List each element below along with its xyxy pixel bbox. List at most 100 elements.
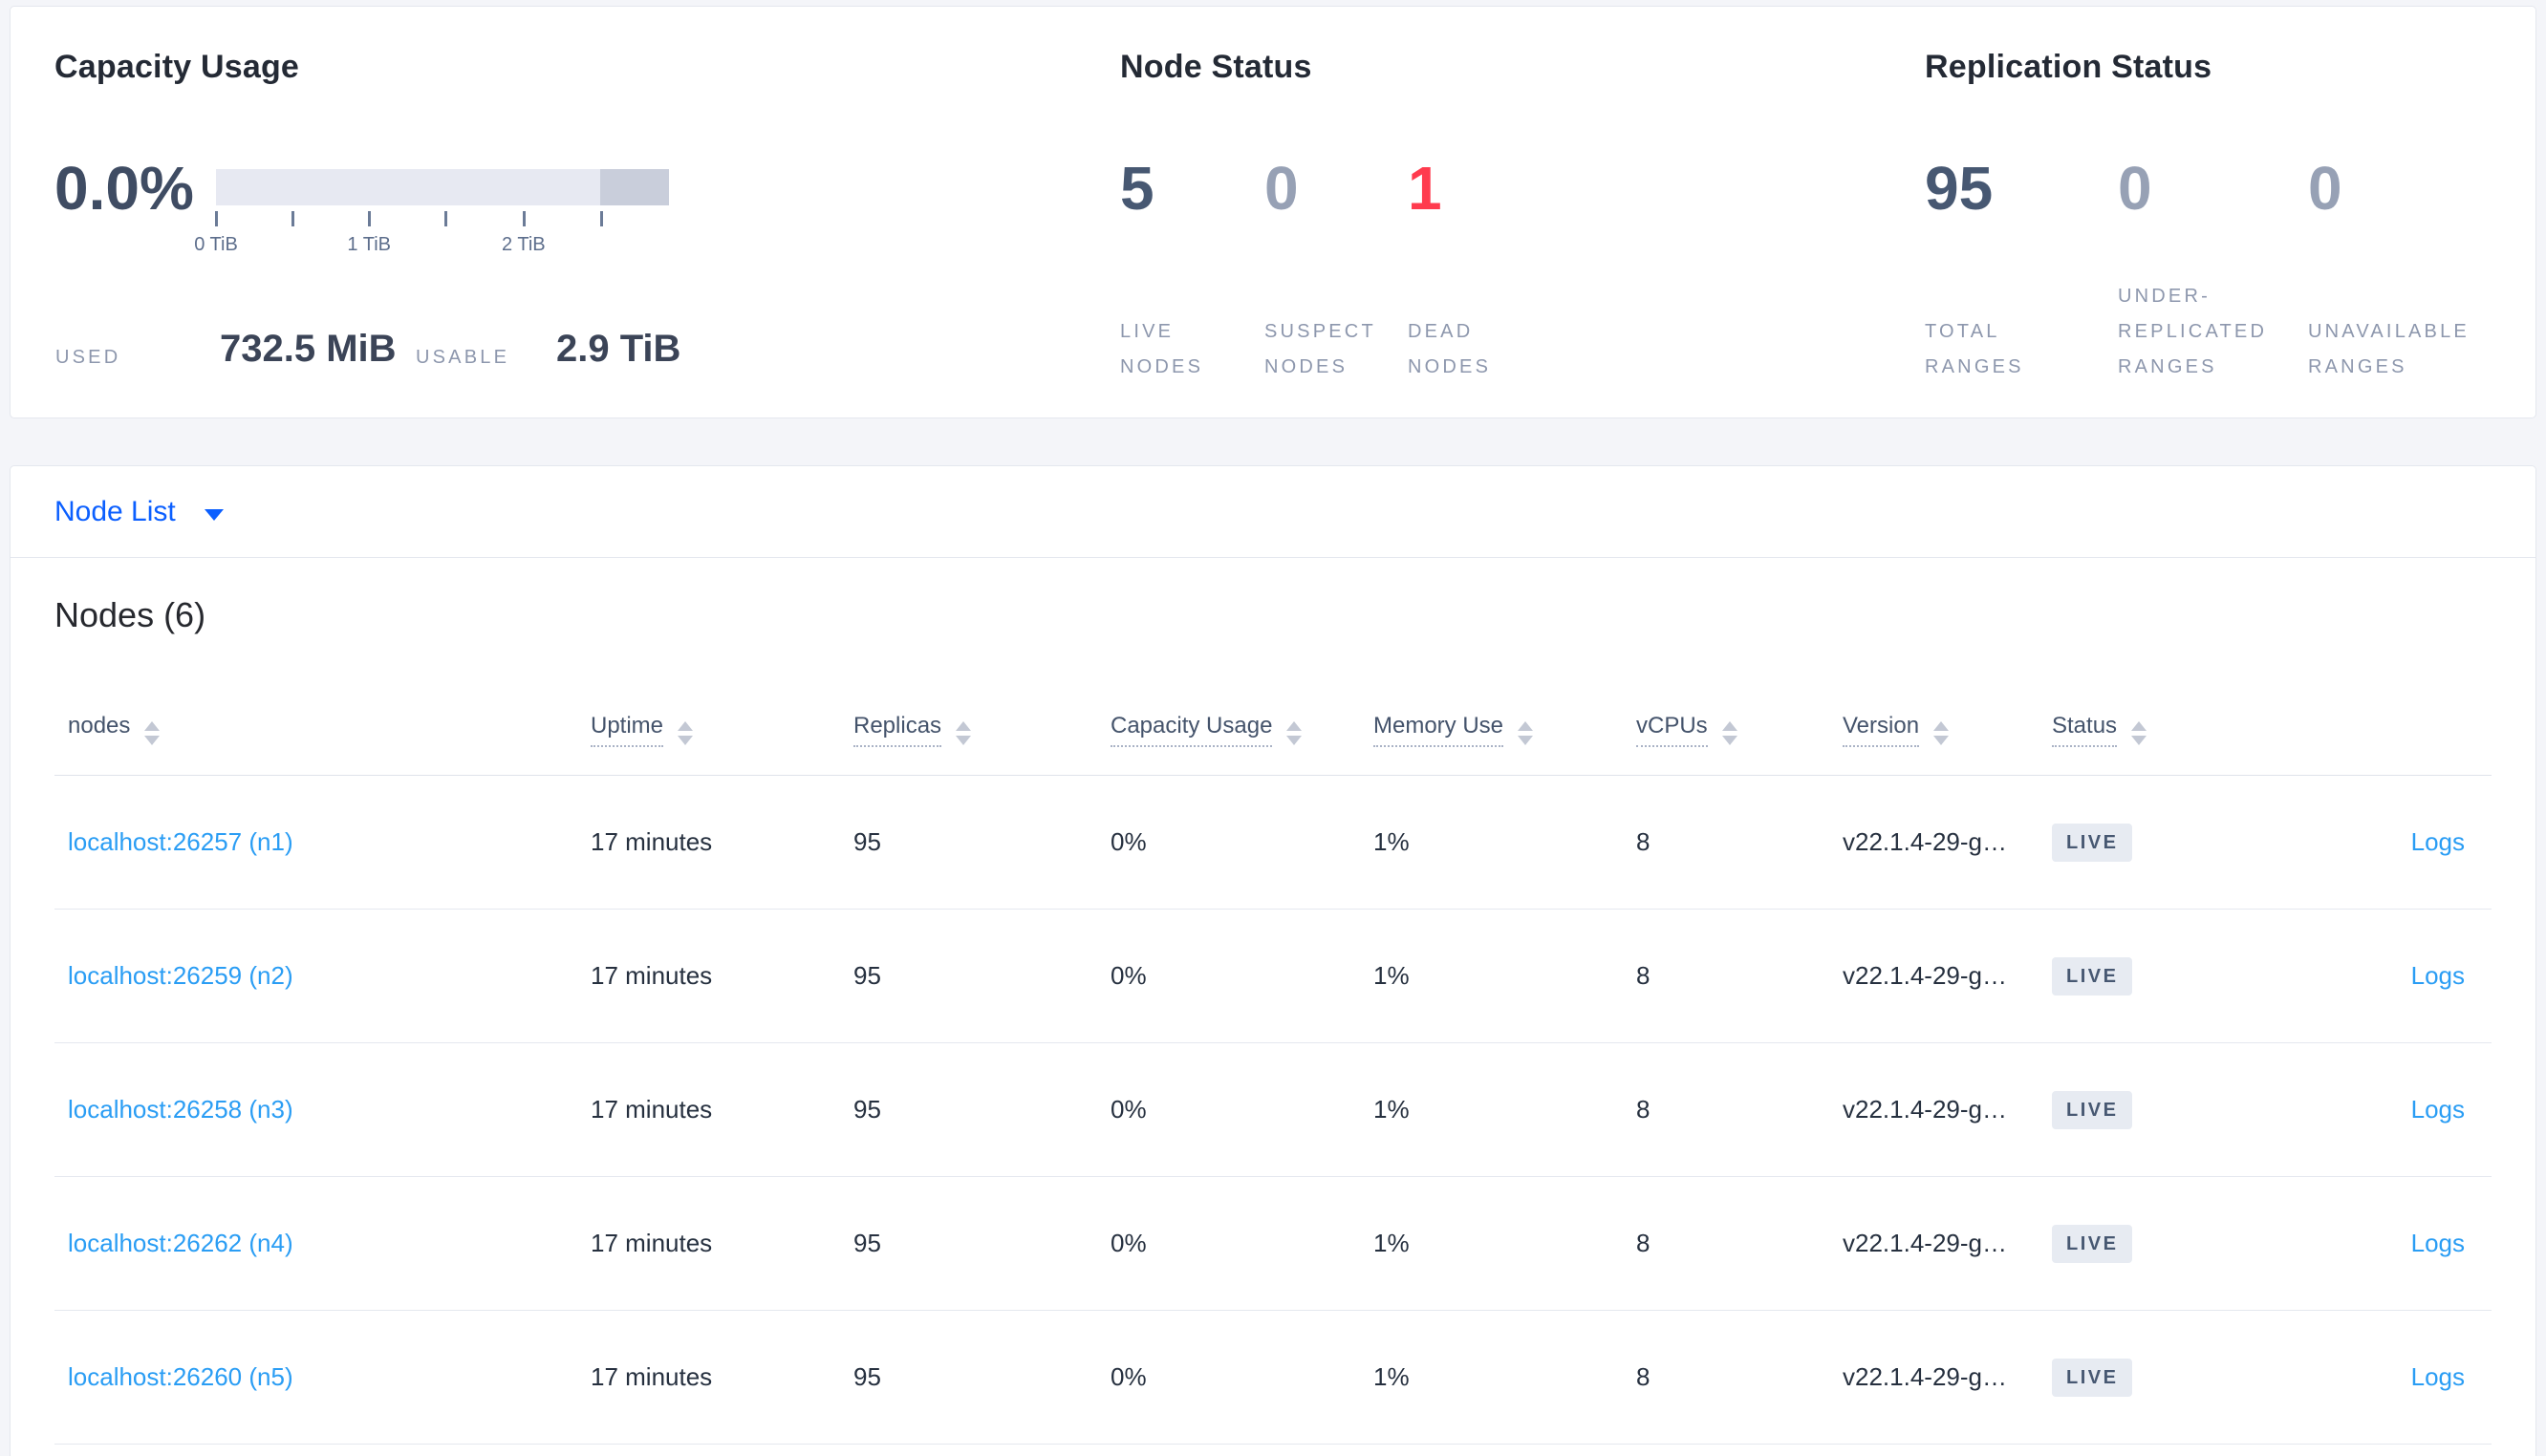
node-row: localhost:26259 (n2) 17 minutes 95 0% 1% 8 v22… [54, 910, 2492, 1043]
uptime-cell: 17 minutes [591, 1362, 713, 1391]
capacity-reserved-segment [599, 169, 669, 205]
vcpus-cell: 8 [1636, 827, 1651, 856]
metric-label-line: UNDER- [2118, 286, 2211, 307]
node-address-link[interactable]: localhost:26258 (n3) [68, 1095, 591, 1124]
node-address-link[interactable]: localhost:26260 (n5) [68, 1362, 591, 1392]
column-header-version[interactable]: Version [1843, 712, 2052, 747]
uptime-cell: 17 minutes [591, 1095, 713, 1124]
sort-up-arrow [956, 720, 972, 731]
used-label: USED [55, 347, 121, 368]
sort-icon[interactable] [1721, 720, 1737, 745]
capacity-used-percent: 0.0% [54, 154, 194, 223]
status-badge: LIVE [2052, 823, 2133, 862]
logs-link[interactable]: Logs [2285, 1362, 2492, 1392]
suspect-nodes-label: SUSPECT NODES [1264, 270, 1376, 385]
memory-use-cell: 1% [1373, 1095, 1410, 1124]
chevron-down-icon [204, 508, 224, 521]
column-header-status[interactable]: Status [2052, 712, 2285, 747]
sort-down-arrow [1933, 735, 1950, 745]
column-header-label[interactable]: Capacity Usage [1111, 712, 1273, 747]
sort-up-arrow [2131, 720, 2147, 731]
metric-label-line: DEAD [1408, 321, 1474, 342]
version-cell: v22.1.4-29-g… [1843, 1095, 2007, 1124]
sort-up-arrow [1518, 720, 1534, 731]
sort-icon[interactable] [1933, 720, 1950, 745]
column-header-uptime[interactable]: Uptime [591, 712, 853, 747]
sort-icon[interactable] [1518, 720, 1534, 745]
vcpus-cell: 8 [1636, 1362, 1651, 1391]
column-header-vcpus[interactable]: vCPUs [1636, 712, 1843, 747]
capacity-axis-tick [522, 211, 526, 226]
metric-label-line: REPLICATED [2118, 321, 2268, 342]
column-header-label[interactable]: Version [1843, 712, 1920, 747]
uptime-cell: 17 minutes [591, 961, 713, 990]
capacity-axis-tick-label: 0 TiB [194, 234, 238, 255]
node-row: localhost:26257 (n1) 17 minutes 95 0% 1% 8 v22… [54, 776, 2492, 910]
capacity-axis-tick-label: 1 TiB [347, 234, 391, 255]
view-selector-dropdown[interactable]: Node List [11, 466, 2535, 558]
logs-link[interactable]: Logs [2285, 1095, 2492, 1124]
column-header-label[interactable]: vCPUs [1636, 712, 1708, 747]
node-row: localhost:26262 (n4) 17 minutes 95 0% 1% 8 v22… [54, 1177, 2492, 1311]
logs-link[interactable]: Logs [2285, 1229, 2492, 1258]
vcpus-cell: 8 [1636, 1229, 1651, 1257]
column-header-label[interactable]: Replicas [853, 712, 942, 747]
node-row: localhost:26258 (n3) 17 minutes 95 0% 1% 8 v22… [54, 1043, 2492, 1177]
capacity-usable-segment [216, 169, 600, 205]
sort-icon[interactable] [1286, 720, 1303, 745]
column-header-replicas[interactable]: Replicas [853, 712, 1111, 747]
capacity-usage-cell: 0% [1111, 1362, 1147, 1391]
metric-label-line: LIVE [1120, 321, 1175, 342]
logs-link[interactable]: Logs [2285, 961, 2492, 991]
column-header-label[interactable]: nodes [68, 713, 130, 739]
status-cell: LIVE [2052, 956, 2285, 996]
nodes-table: nodes Uptime Replicas Capacity Usage Memory … [54, 682, 2492, 1445]
view-selector-label[interactable]: Node List [54, 496, 176, 528]
sort-up-arrow [1933, 720, 1950, 731]
unavailable-ranges-count: 0 [2308, 154, 2342, 223]
column-header-label[interactable]: Memory Use [1373, 712, 1504, 747]
column-header-nodes[interactable]: nodes [68, 713, 591, 745]
under-replicated-ranges-label: UNDER- REPLICATED RANGES [2118, 270, 2267, 385]
usable-label: USABLE [416, 347, 510, 368]
logs-link[interactable]: Logs [2285, 827, 2492, 857]
memory-use-cell: 1% [1373, 1362, 1410, 1391]
replicas-cell: 95 [853, 1362, 881, 1391]
used-value: 732.5 MiB [220, 328, 397, 370]
sort-icon[interactable] [144, 720, 161, 745]
vcpus-cell: 8 [1636, 961, 1651, 990]
sort-up-arrow [1721, 720, 1737, 731]
version-cell: v22.1.4-29-g… [1843, 961, 2007, 990]
column-header-label[interactable]: Uptime [591, 712, 664, 747]
nodes-section-title: Nodes (6) [54, 595, 206, 634]
status-cell: LIVE [2052, 823, 2285, 862]
column-header-capacity-usage[interactable]: Capacity Usage [1111, 712, 1373, 747]
capacity-axis-tick [368, 211, 372, 226]
node-address-link[interactable]: localhost:26259 (n2) [68, 961, 591, 991]
nodes-table-body: localhost:26257 (n1) 17 minutes 95 0% 1% 8 v22… [54, 776, 2492, 1445]
capacity-usage-cell: 0% [1111, 1229, 1147, 1257]
column-header-memory-use[interactable]: Memory Use [1373, 712, 1636, 747]
node-address-link[interactable]: localhost:26262 (n4) [68, 1229, 591, 1258]
live-nodes-count: 5 [1120, 154, 1154, 223]
status-badge: LIVE [2052, 1358, 2133, 1397]
sort-icon[interactable] [2131, 720, 2147, 745]
dead-nodes-label: DEAD NODES [1408, 270, 1491, 385]
metric-label-line: NODES [1408, 356, 1492, 377]
sort-icon[interactable] [956, 720, 972, 745]
sort-up-arrow [144, 720, 161, 731]
sort-up-arrow [678, 720, 694, 731]
memory-use-cell: 1% [1373, 827, 1410, 856]
sort-down-arrow [2131, 735, 2147, 745]
node-address-link[interactable]: localhost:26257 (n1) [68, 827, 591, 857]
status-badge: LIVE [2052, 956, 2133, 996]
capacity-usage-title: Capacity Usage [54, 49, 300, 85]
dead-nodes-count: 1 [1408, 154, 1442, 223]
status-badge: LIVE [2052, 1090, 2133, 1129]
replicas-cell: 95 [853, 827, 881, 856]
vcpus-cell: 8 [1636, 1095, 1651, 1124]
column-header-label[interactable]: Status [2052, 712, 2118, 747]
capacity-axis-tick [599, 211, 603, 226]
sort-icon[interactable] [678, 720, 694, 745]
metric-label-line: RANGES [2118, 356, 2217, 377]
